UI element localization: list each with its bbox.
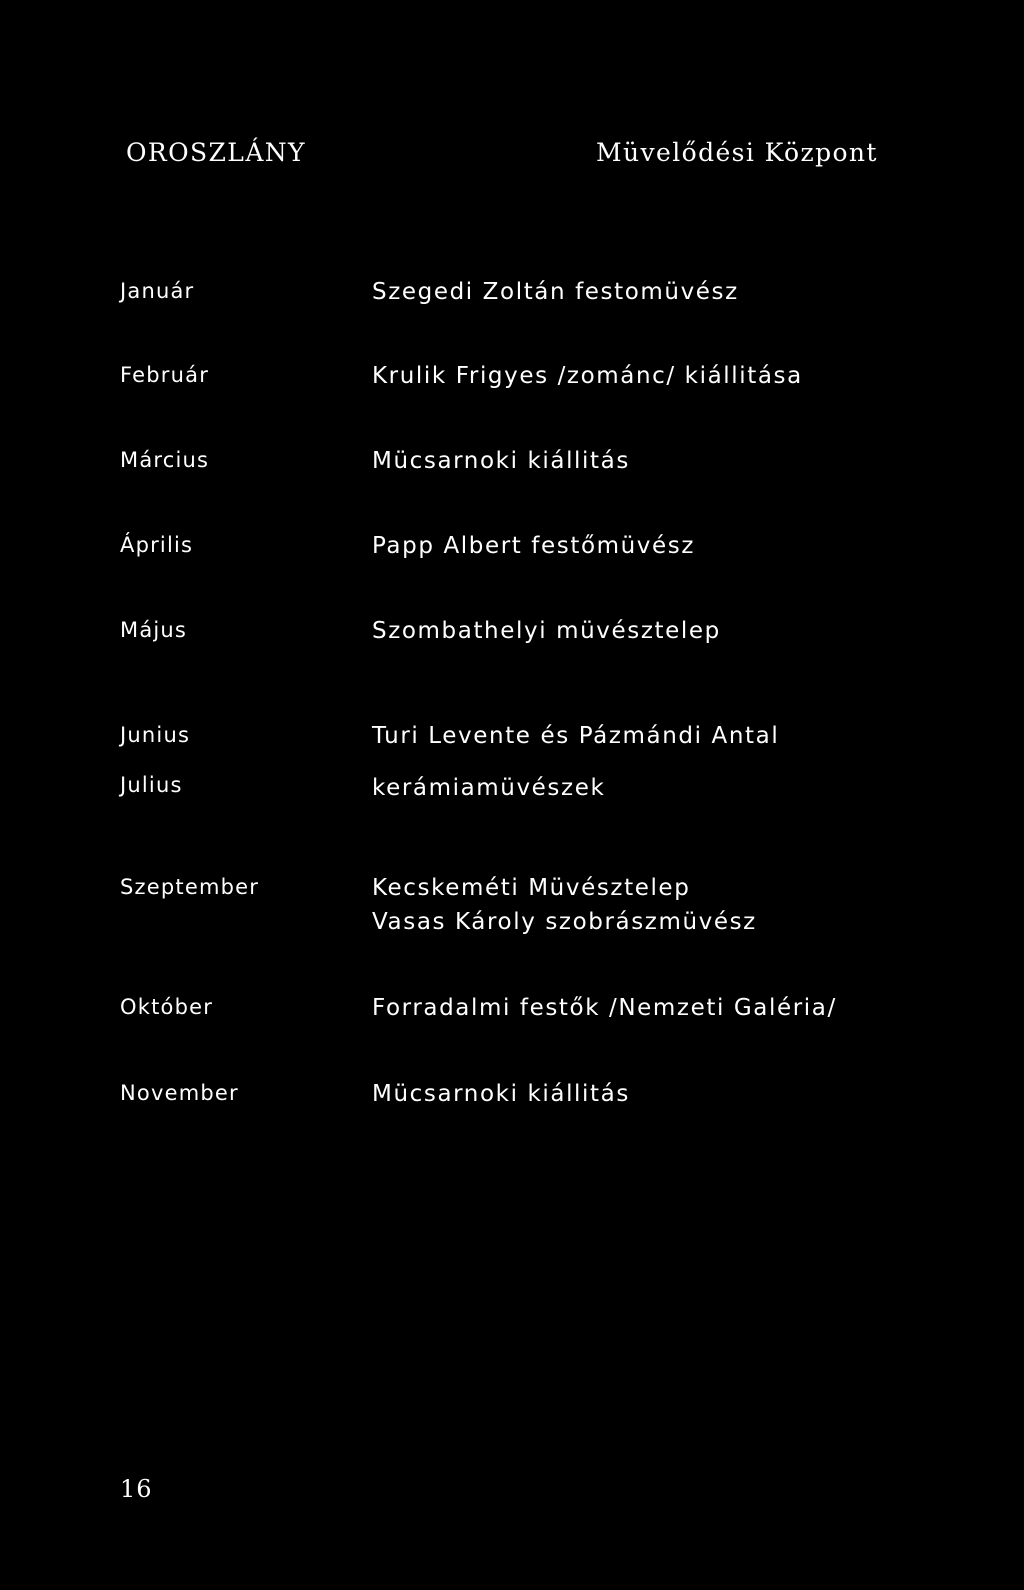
entry-description: Papp Albert festőmüvész bbox=[372, 531, 695, 562]
entry-description-line: Krulik Frigyes /zománc/ kiállitása bbox=[372, 363, 803, 389]
entry-description-line: kerámiamüvészek bbox=[372, 775, 606, 801]
entry-description-line: Szombathelyi müvésztelep bbox=[372, 618, 721, 644]
entry-month-label: November bbox=[120, 1081, 239, 1105]
entry-description-line: Papp Albert festőmüvész bbox=[372, 533, 696, 559]
entry-description: Krulik Frigyes /zománc/ kiállitása bbox=[372, 361, 803, 392]
scanned-program-page: OROSZLÁNY Müvelődési Központ Január Szeg… bbox=[0, 0, 1024, 1590]
page-number: 16 bbox=[120, 1475, 153, 1503]
entry-description-line: Turi Levente és Pázmándi Antal bbox=[372, 723, 780, 749]
entry-month-label: Február bbox=[120, 363, 210, 387]
header-venue-name: Müvelődési Központ bbox=[596, 138, 878, 167]
entry-description: Mücsarnoki kiállitás bbox=[372, 1079, 630, 1110]
entry-month-label: Január bbox=[120, 279, 195, 303]
entry-month-label: Április bbox=[120, 533, 194, 557]
entry-description-line: Forradalmi festők /Nemzeti Galéria/ bbox=[372, 995, 837, 1021]
entry-description-line: Vasas Károly szobrászmüvész bbox=[372, 909, 757, 935]
header-place-name: OROSZLÁNY bbox=[126, 138, 306, 167]
entry-description: Turi Levente és Pázmándi Antal bbox=[372, 721, 779, 752]
entry-description: Mücsarnoki kiállitás bbox=[372, 446, 630, 477]
entry-month-label: Május bbox=[120, 618, 188, 642]
entry-description-line: Mücsarnoki kiállitás bbox=[372, 1081, 630, 1107]
entry-description: Kecskeméti Müvésztelep Vasas Károly szob… bbox=[372, 873, 757, 938]
entry-description: Szombathelyi müvésztelep bbox=[372, 616, 721, 647]
page-header: OROSZLÁNY Müvelődési Központ bbox=[0, 138, 1024, 182]
entry-description-line: Szegedi Zoltán festomüvész bbox=[372, 279, 739, 305]
entry-month-label: Junius bbox=[120, 723, 191, 747]
entry-month-label: Szeptember bbox=[120, 875, 260, 899]
entry-description-line: Kecskeméti Müvésztelep bbox=[372, 875, 691, 901]
entry-description: Forradalmi festők /Nemzeti Galéria/ bbox=[372, 993, 837, 1024]
entry-month-label: Március bbox=[120, 448, 210, 472]
entry-description: Szegedi Zoltán festomüvész bbox=[372, 277, 739, 308]
entry-month-label: Október bbox=[120, 995, 214, 1019]
entry-month-label: Julius bbox=[120, 773, 183, 797]
entry-description: kerámiamüvészek bbox=[372, 773, 605, 804]
entry-description-line: Mücsarnoki kiállitás bbox=[372, 448, 630, 474]
